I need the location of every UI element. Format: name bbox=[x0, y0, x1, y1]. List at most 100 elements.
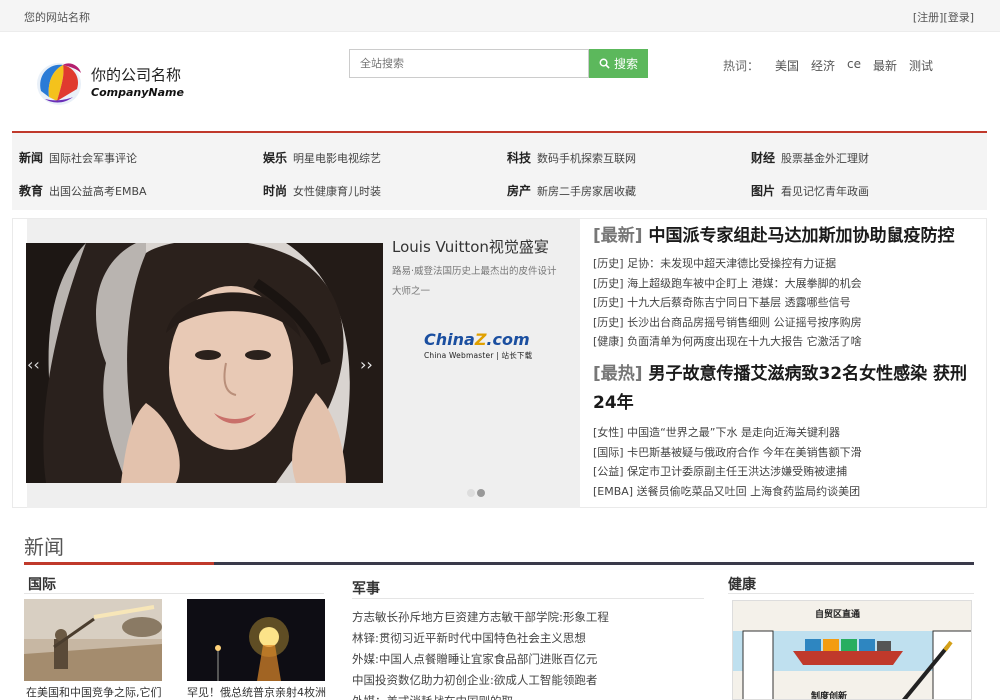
login-link[interactable]: [登录] bbox=[943, 11, 974, 24]
slider-dot[interactable] bbox=[467, 489, 475, 497]
nav-item[interactable]: 综艺 bbox=[359, 152, 381, 165]
watermark-z: Z bbox=[474, 330, 487, 349]
slide-title[interactable]: Louis Vuitton视觉盛宴 bbox=[392, 236, 549, 257]
nav-item[interactable]: 基金 bbox=[803, 152, 825, 165]
slide-description: 路易·威登法国历史上最杰出的皮件设计大师之一 bbox=[392, 266, 557, 297]
watermark-sub: China Webmaster | 站长下载 bbox=[424, 351, 533, 360]
news-thumbnail[interactable] bbox=[24, 599, 162, 681]
nav-item[interactable]: 电影 bbox=[315, 152, 337, 165]
nav-group-photos: 图片 看见记忆青年政画 bbox=[751, 182, 869, 199]
nav-item[interactable]: 出国 bbox=[49, 185, 71, 198]
list-item[interactable]: [国际] 卡巴斯基被疑与俄政府合作 今年在美销售额下滑 bbox=[593, 443, 862, 463]
nav-item[interactable]: 数码 bbox=[537, 152, 559, 165]
top-bar: 您的网站名称 [注册][登录] bbox=[0, 0, 1000, 32]
watermark-tail: .com bbox=[486, 330, 530, 349]
search-icon bbox=[599, 58, 610, 69]
hot-words-label: 热词： bbox=[723, 59, 760, 73]
register-link[interactable]: [注册] bbox=[913, 11, 944, 24]
nav-category[interactable]: 科技 bbox=[507, 151, 531, 165]
column-title-health[interactable]: 健康 bbox=[728, 574, 756, 594]
list-item[interactable]: [健康] 负面清单为何两度出现在十九大报告 它激活了啥 bbox=[593, 332, 862, 352]
list-item[interactable]: 外媒：美式消耗战在中国则的取 bbox=[352, 691, 609, 700]
nav-item[interactable]: 军事 bbox=[93, 152, 115, 165]
nav-category[interactable]: 财经 bbox=[751, 151, 775, 165]
health-illustration[interactable]: 自贸区直通 制度创新 bbox=[732, 600, 972, 700]
headline-hot[interactable]: [最热] 男子故意传播艾滋病致32名女性感染 获刑 24年 bbox=[593, 360, 973, 418]
nav-item[interactable]: 社会 bbox=[71, 152, 93, 165]
nav-item[interactable]: 新房 bbox=[537, 185, 559, 198]
headline-latest[interactable]: [最新] 中国派专家组赴马达加斯加协助鼠疫防控 bbox=[593, 222, 954, 251]
list-item[interactable]: [女性] 中国造“世界之最”下水 是走向近海关键利器 bbox=[593, 423, 862, 443]
nav-group-edu: 教育 出国公益高考EMBA bbox=[19, 182, 147, 199]
list-item[interactable]: 中国投资数亿助力初创企业:欲成人工智能领跑者 bbox=[352, 670, 609, 691]
nav-category[interactable]: 教育 bbox=[19, 184, 43, 198]
list-item[interactable]: [历史] 足协：未发现中超天津德比受操控有力证据 bbox=[593, 254, 862, 274]
nav-item[interactable]: 电视 bbox=[337, 152, 359, 165]
headline-text-cont: 24年 bbox=[593, 393, 634, 413]
nav-item[interactable]: 收藏 bbox=[614, 185, 636, 198]
column-title-intl[interactable]: 国际 bbox=[28, 574, 56, 594]
health-img-label: 制度创新 bbox=[811, 692, 848, 700]
nav-item[interactable]: 探索 bbox=[581, 152, 603, 165]
nav-category[interactable]: 图片 bbox=[751, 184, 775, 198]
hot-word[interactable]: 最新 bbox=[873, 57, 897, 74]
list-item[interactable]: [历史] 长沙出台商品房摇号销售细则 公证摇号按序购房 bbox=[593, 313, 862, 333]
hot-word[interactable]: 测试 bbox=[909, 57, 933, 74]
slider-dot-active[interactable] bbox=[477, 489, 485, 497]
hot-word[interactable]: ce bbox=[847, 57, 861, 74]
list-item[interactable]: [历史] 海上超级跑车被中企盯上 港媒：大展拳脚的机会 bbox=[593, 274, 862, 294]
list-item[interactable]: 外媒:中国人点餐贈睡让宜家食品部门进账百亿元 bbox=[352, 649, 609, 670]
nav-item[interactable]: 理财 bbox=[847, 152, 869, 165]
nav-item[interactable]: 二手房 bbox=[559, 185, 592, 198]
company-name-en: CompanyName bbox=[91, 86, 184, 99]
nav-item[interactable]: 育儿 bbox=[337, 185, 359, 198]
hot-word[interactable]: 美国 bbox=[775, 57, 799, 74]
list-item[interactable]: [公益] 保定市卫计委原副主任王洪达涉嫌受贿被逮捕 bbox=[593, 462, 862, 482]
thumbnail-caption[interactable]: 在美国和中国竞争之际,它们 bbox=[26, 684, 166, 700]
nav-category[interactable]: 房产 bbox=[507, 184, 531, 198]
nav-item[interactable]: 互联网 bbox=[603, 152, 636, 165]
slider-next-arrow[interactable]: ›› bbox=[360, 355, 373, 374]
nav-item[interactable]: 国际 bbox=[49, 152, 71, 165]
nav-item[interactable]: 外汇 bbox=[825, 152, 847, 165]
nav-item[interactable]: 青年 bbox=[825, 185, 847, 198]
nav-item[interactable]: 家居 bbox=[592, 185, 614, 198]
nav-item[interactable]: 手机 bbox=[559, 152, 581, 165]
list-item[interactable]: 林铎:贯彻习近平新时代中国特色社会主义思想 bbox=[352, 628, 609, 649]
nav-item[interactable]: 明星 bbox=[293, 152, 315, 165]
slider-prev-arrow[interactable]: ‹‹ bbox=[27, 355, 40, 374]
nav-item[interactable]: 政画 bbox=[847, 185, 869, 198]
search-button[interactable]: 搜索 bbox=[589, 49, 648, 78]
nav-category[interactable]: 时尚 bbox=[263, 184, 287, 198]
slider-photo[interactable] bbox=[26, 243, 383, 483]
nav-item[interactable]: 时装 bbox=[359, 185, 381, 198]
nav-item[interactable]: 股票 bbox=[781, 152, 803, 165]
list-item[interactable]: [历史] 十九大后蔡奇陈吉宁同日下基层 透露哪些信号 bbox=[593, 293, 862, 313]
nav-item[interactable]: 评论 bbox=[115, 152, 137, 165]
company-logo[interactable] bbox=[33, 57, 85, 109]
nav-category[interactable]: 新闻 bbox=[19, 151, 43, 165]
column-divider bbox=[728, 593, 974, 594]
hot-words: 热词： 美国 经济 ce 最新 测试 bbox=[723, 57, 933, 74]
watermark-main: China bbox=[424, 330, 475, 349]
column-title-military[interactable]: 军事 bbox=[352, 578, 380, 598]
nav-group-ent: 娱乐 明星电影电视综艺 bbox=[263, 149, 381, 166]
nav-group-tech: 科技 数码手机探索互联网 bbox=[507, 149, 636, 166]
news-thumbnail[interactable] bbox=[187, 599, 325, 681]
hot-word[interactable]: 经济 bbox=[811, 57, 835, 74]
list-item[interactable]: [EMBA] 送餐员偷吃菜品又吐回 上海食药监局约谈美团 bbox=[593, 482, 862, 502]
nav-item[interactable]: 看见 bbox=[781, 185, 803, 198]
headline-tag: [最热] bbox=[593, 364, 643, 384]
list-item[interactable]: 方志敏长孙斥地方巨资建方志敏干部学院:形象工程 bbox=[352, 607, 609, 628]
nav-item[interactable]: 女性 bbox=[293, 185, 315, 198]
search-input[interactable] bbox=[349, 49, 589, 78]
nav-item[interactable]: 高考 bbox=[93, 185, 115, 198]
nav-item[interactable]: EMBA bbox=[115, 185, 147, 198]
nav-item[interactable]: 公益 bbox=[71, 185, 93, 198]
column-divider bbox=[352, 598, 704, 599]
section-title: 新闻 bbox=[24, 535, 64, 559]
nav-category[interactable]: 娱乐 bbox=[263, 151, 287, 165]
nav-item[interactable]: 健康 bbox=[315, 185, 337, 198]
nav-item[interactable]: 记忆 bbox=[803, 185, 825, 198]
thumbnail-caption[interactable]: 罕见！俄总统普京亲射4枚洲 bbox=[187, 684, 327, 700]
